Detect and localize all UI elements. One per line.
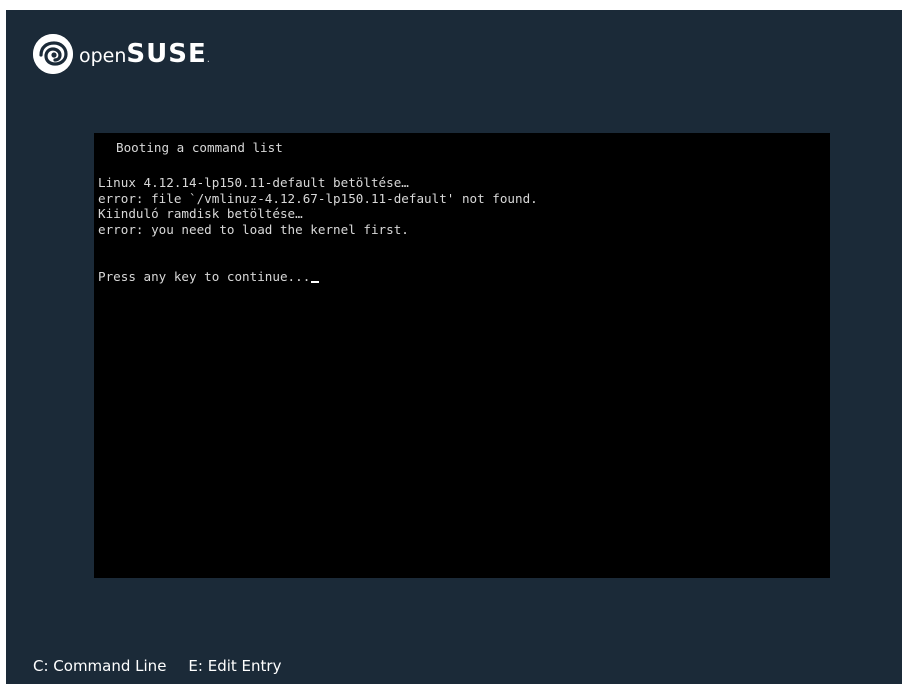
keyboard-hints: C: Command Line E: Edit Entry <box>33 657 303 675</box>
console-line: error: file `/vmlinuz-4.12.67-lp150.11-d… <box>98 190 538 206</box>
opensuse-wordmark: openSUSE. <box>79 41 210 67</box>
console-line: error: you need to load the kernel first… <box>98 221 409 237</box>
continue-prompt[interactable]: Press any key to continue... <box>98 269 320 285</box>
wordmark-dot: . <box>206 54 210 65</box>
wordmark-suse: SUSE <box>126 39 207 69</box>
boot-console: Booting a command list Linux 4.12.14-lp1… <box>94 133 830 578</box>
edit-entry-hint[interactable]: E: Edit Entry <box>188 657 281 675</box>
continue-prompt-text: Press any key to continue... <box>98 269 311 284</box>
wordmark-open: open <box>79 45 127 67</box>
text-cursor <box>311 281 320 283</box>
opensuse-chameleon-icon <box>33 34 73 74</box>
console-line: Linux 4.12.14-lp150.11-default betöltése… <box>98 175 409 190</box>
grub-boot-screen: openSUSE. Booting a command list Linux 4… <box>6 10 902 684</box>
console-heading: Booting a command list <box>116 140 283 155</box>
command-line-hint[interactable]: C: Command Line <box>33 657 166 675</box>
console-line: Kiinduló ramdisk betöltése… <box>98 206 303 221</box>
console-log: Linux 4.12.14-lp150.11-default betöltése… <box>98 175 538 237</box>
opensuse-logo: openSUSE. <box>33 34 210 74</box>
